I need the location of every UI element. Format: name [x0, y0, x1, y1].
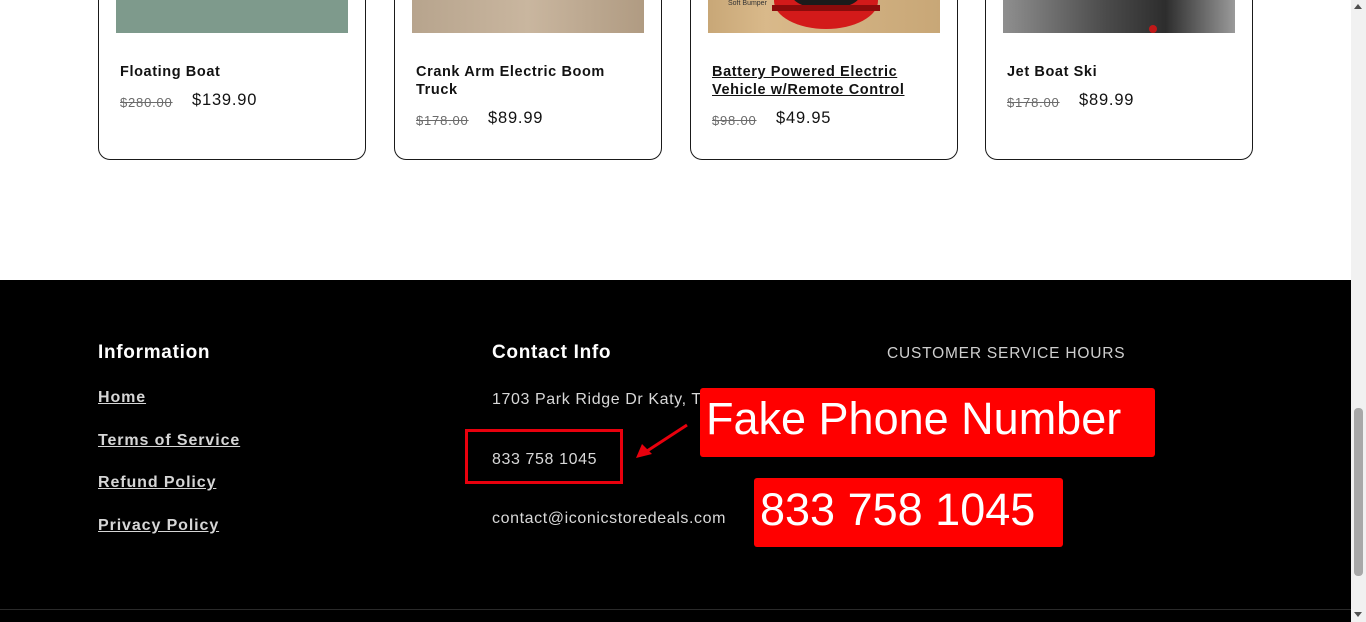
compare-price: $280.00 [120, 95, 173, 110]
product-card-electric-vehicle[interactable]: Soft Bumper Battery Powered Electric Veh… [690, 0, 958, 160]
jet-boat-graphic [1149, 25, 1157, 33]
scroll-up-icon[interactable] [1354, 4, 1362, 9]
footer-link-refund[interactable]: Refund Policy [98, 474, 216, 492]
product-title[interactable]: Battery Powered Electric Vehicle w/Remot… [712, 63, 937, 99]
footer-link-privacy[interactable]: Privacy Policy [98, 517, 219, 535]
footer-divider [0, 609, 1351, 610]
bumper-image-text: Soft Bumper [728, 0, 768, 7]
annotation-label: Fake Phone Number [700, 388, 1155, 457]
product-title[interactable]: Crank Arm Electric Boom Truck [416, 63, 641, 99]
product-title[interactable]: Floating Boat [120, 63, 345, 81]
product-image[interactable] [116, 0, 348, 33]
contact-heading: Contact Info [492, 342, 612, 363]
product-card-floating-boat[interactable]: Floating Boat $280.00 $139.90 [98, 0, 366, 160]
information-heading: Information [98, 342, 211, 363]
page-scrollbar[interactable] [1351, 0, 1366, 622]
sale-price: $49.95 [776, 109, 832, 127]
product-image[interactable] [1003, 0, 1235, 33]
sale-price: $89.99 [1079, 91, 1135, 109]
product-grid: Floating Boat $280.00 $139.90 Crank Arm … [0, 0, 1351, 280]
annotation-arrow-icon [636, 423, 688, 458]
annotation-number: 833 758 1045 [754, 478, 1063, 547]
product-image[interactable] [412, 0, 644, 33]
compare-price: $178.00 [1007, 95, 1060, 110]
product-title[interactable]: Jet Boat Ski [1007, 63, 1232, 81]
sale-price: $139.90 [192, 91, 258, 109]
compare-price: $98.00 [712, 113, 757, 128]
customer-service-hours-heading: CUSTOMER SERVICE HOURS [887, 345, 1126, 362]
footer-link-terms[interactable]: Terms of Service [98, 432, 240, 450]
product-image[interactable]: Soft Bumper [708, 0, 940, 33]
contact-email[interactable]: contact@iconicstoredeals.com [492, 510, 726, 528]
product-card-jet-boat-ski[interactable]: Jet Boat Ski $178.00 $89.99 [985, 0, 1253, 160]
bumper-car-graphic: Soft Bumper [728, 0, 880, 29]
highlight-box [465, 429, 623, 484]
product-card-boom-truck[interactable]: Crank Arm Electric Boom Truck $178.00 $8… [394, 0, 662, 160]
sale-price: $89.99 [488, 109, 544, 127]
scroll-down-icon[interactable] [1354, 612, 1362, 617]
footer-link-home[interactable]: Home [98, 389, 146, 407]
contact-address: 1703 Park Ridge Dr Katy, T [492, 391, 702, 408]
scrollbar-thumb[interactable] [1354, 408, 1363, 576]
compare-price: $178.00 [416, 113, 469, 128]
